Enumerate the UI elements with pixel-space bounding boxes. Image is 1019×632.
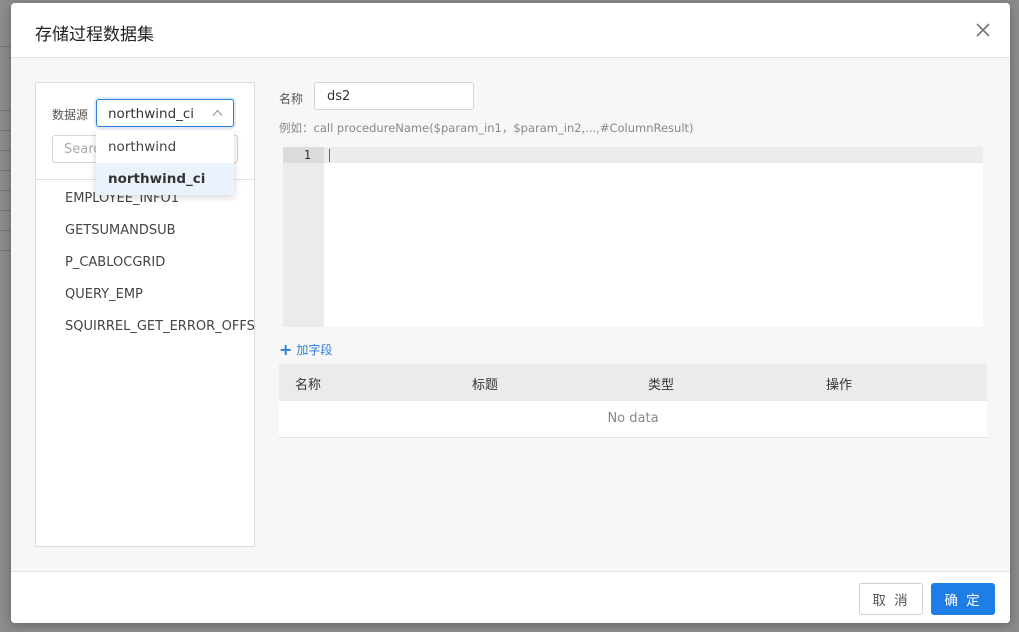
sql-editor[interactable]: 1 xyxy=(283,147,983,327)
procedure-list: EMPLOYEE_INFO1 GETSUMANDSUB P_CABLOCGRID… xyxy=(65,187,255,347)
datasource-dropdown: northwind northwind_ci xyxy=(96,131,234,195)
datasource-selected-value: northwind_ci xyxy=(108,106,195,122)
close-button[interactable] xyxy=(974,21,992,39)
datasource-label: 数据源 xyxy=(52,108,89,122)
procedure-item[interactable]: GETSUMANDSUB xyxy=(65,219,255,251)
column-header-action: 操作 xyxy=(826,378,853,393)
confirm-button[interactable]: 确 定 xyxy=(931,583,995,615)
close-icon xyxy=(976,23,990,37)
dialog-footer: 取 消 确 定 xyxy=(11,571,1010,623)
cancel-button[interactable]: 取 消 xyxy=(859,583,923,615)
stored-procedure-dataset-dialog: 存储过程数据集 数据源 northwind_ci EMPLOYEE_INFO1 … xyxy=(11,3,1010,623)
datasource-select[interactable]: northwind_ci xyxy=(96,99,234,127)
chevron-up-icon xyxy=(212,109,223,116)
field-table: 名称 标题 类型 操作 No data xyxy=(279,364,987,438)
dialog-header: 存储过程数据集 xyxy=(11,3,1010,58)
datasource-option-northwind[interactable]: northwind xyxy=(96,131,234,163)
add-field-button[interactable]: + 加字段 xyxy=(279,340,332,359)
datasource-option-northwind-ci[interactable]: northwind_ci xyxy=(96,163,234,195)
table-empty-state: No data xyxy=(279,401,987,438)
name-field[interactable] xyxy=(314,82,474,110)
table-header: 名称 标题 类型 操作 xyxy=(279,364,987,401)
procedure-item[interactable]: SQUIRREL_GET_ERROR_OFFSET xyxy=(65,315,255,347)
editor-gutter xyxy=(283,147,324,327)
add-field-label: 加字段 xyxy=(296,343,333,357)
active-line xyxy=(324,147,983,163)
procedure-item[interactable]: QUERY_EMP xyxy=(65,283,255,315)
column-header-name: 名称 xyxy=(295,378,322,393)
name-label: 名称 xyxy=(279,92,304,106)
example-hint: 例如：call procedureName($param_in1，$param_… xyxy=(279,121,694,135)
dialog-title: 存储过程数据集 xyxy=(35,25,154,45)
plus-icon: + xyxy=(279,340,293,359)
line-number: 1 xyxy=(303,148,311,162)
text-cursor xyxy=(329,149,330,162)
name-input[interactable] xyxy=(315,83,473,109)
column-header-title: 标题 xyxy=(472,378,499,393)
procedure-item[interactable]: P_CABLOCGRID xyxy=(65,251,255,283)
column-header-type: 类型 xyxy=(648,378,675,393)
